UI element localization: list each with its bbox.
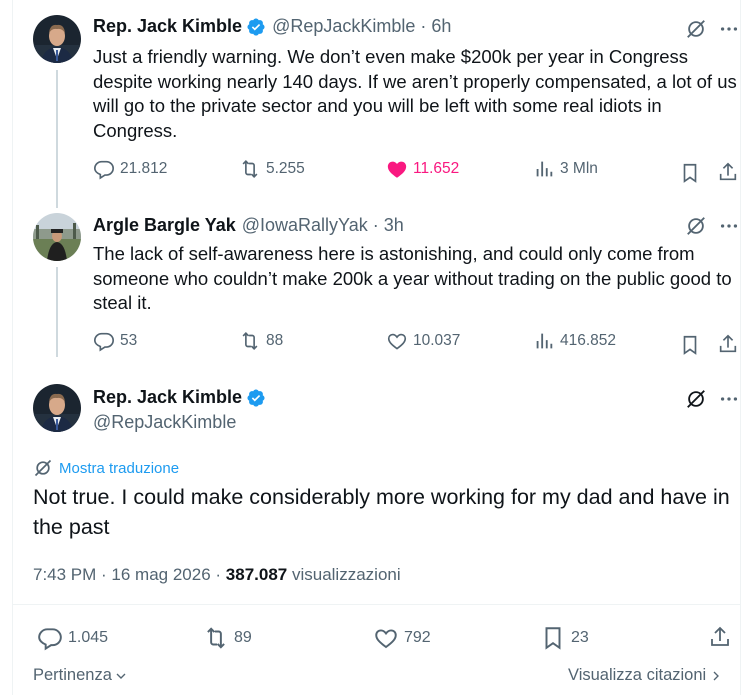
main-handle-row: @RepJackKimble (93, 412, 236, 433)
thread-line (56, 267, 58, 357)
tweet-header: Argle Bargle Yak @IowaRallyYak · 3h (93, 215, 404, 236)
heart-icon (387, 333, 407, 350)
display-name[interactable]: Rep. Jack Kimble (93, 387, 242, 408)
translate-label: Mostra traduzione (59, 459, 180, 477)
view-quotes-label: Visualizza citazioni (568, 666, 707, 684)
main-tweet-text: Not true. I could make considerably more… (33, 485, 730, 539)
views-label: visualizzazioni (291, 565, 401, 584)
more-options-icon[interactable] (717, 17, 741, 41)
like-count: 11.652 (413, 160, 460, 177)
more-options-icon[interactable] (717, 214, 741, 238)
display-name[interactable]: Rep. Jack Kimble (93, 16, 242, 37)
views-chart-icon (536, 333, 553, 349)
share-icon[interactable] (716, 332, 740, 356)
reply-button[interactable]: 21.812 (93, 158, 167, 180)
post-datetime[interactable]: 7:43 PM · 16 mag 2026 · (33, 565, 221, 584)
bookmark-count: 23 (571, 629, 589, 646)
reply-count: 21.812 (120, 160, 168, 177)
repost-icon (242, 332, 258, 350)
tweet-header: Rep. Jack Kimble @RepJackKimble · 6h (93, 16, 451, 37)
action-bar: 53 88 10.037 416.852 (93, 330, 743, 360)
repost-button[interactable]: 89 (203, 625, 252, 651)
reply-icon (94, 160, 114, 180)
handle[interactable]: @IowaRallyYak (242, 215, 368, 236)
thread-line (56, 70, 58, 208)
views-button[interactable]: 416.852 (533, 330, 616, 352)
avatar[interactable] (33, 213, 81, 261)
heart-icon (375, 629, 397, 649)
like-button[interactable]: 11.652 (386, 158, 459, 180)
main-action-bar: 1.045 89 792 23 (33, 625, 738, 653)
left-border (12, 0, 13, 695)
reply-button[interactable]: 1.045 (37, 625, 108, 651)
repost-icon (207, 627, 225, 649)
share-icon[interactable] (716, 160, 740, 184)
view-count: 416.852 (560, 332, 617, 349)
main-header: Rep. Jack Kimble (93, 387, 266, 408)
more-options-icon[interactable] (717, 387, 741, 411)
avatar[interactable] (33, 384, 81, 432)
repost-button[interactable]: 88 (239, 330, 283, 352)
like-count: 792 (404, 629, 431, 646)
bookmark-icon (545, 627, 561, 650)
chevron-right-icon (713, 671, 720, 680)
translate-link[interactable]: Mostra traduzione (33, 458, 179, 478)
tweet-text: Just a friendly warning. We don’t even m… (93, 46, 737, 141)
tweet-metadata: 7:43 PM · 16 mag 2026 · 387.087 visualiz… (33, 565, 401, 585)
verified-badge-icon (246, 17, 266, 37)
repost-icon (242, 160, 258, 178)
repost-button[interactable]: 5.255 (239, 158, 305, 180)
view-count: 3 Mln (560, 160, 598, 177)
handle[interactable]: @RepJackKimble (272, 16, 415, 37)
chevron-down-icon (116, 673, 126, 679)
grok-translate-icon (34, 459, 52, 477)
reply-icon (94, 332, 114, 352)
share-icon[interactable] (708, 625, 732, 649)
reply-icon (38, 628, 62, 651)
divider (13, 604, 741, 605)
reply-button[interactable]: 53 (93, 330, 137, 352)
timestamp[interactable]: · 6h (420, 16, 451, 37)
sort-dropdown[interactable]: Pertinenza (33, 666, 129, 685)
avatar[interactable] (33, 15, 81, 63)
views-chart-icon (536, 161, 553, 177)
heart-filled-icon (387, 161, 407, 178)
tweet-text: The lack of self-awareness here is aston… (93, 243, 732, 313)
repost-count: 88 (266, 332, 284, 349)
reply-count: 1.045 (68, 629, 109, 646)
grok-icon[interactable] (684, 17, 708, 41)
action-bar: 21.812 5.255 11.652 3 Mln (93, 158, 743, 188)
bookmark-button[interactable]: 23 (540, 625, 589, 651)
handle[interactable]: @RepJackKimble (93, 412, 236, 433)
repost-count: 5.255 (266, 160, 305, 177)
view-quotes-link[interactable]: Visualizza citazioni (568, 666, 724, 685)
like-count: 10.037 (413, 332, 461, 349)
grok-icon[interactable] (684, 387, 708, 411)
like-button[interactable]: 792 (373, 625, 431, 651)
timestamp[interactable]: · 3h (373, 215, 404, 236)
views-button[interactable]: 3 Mln (533, 158, 598, 180)
bookmark-icon[interactable] (678, 333, 702, 357)
verified-badge-icon (246, 388, 266, 408)
display-name[interactable]: Argle Bargle Yak (93, 215, 236, 236)
grok-icon[interactable] (684, 214, 708, 238)
bookmark-icon[interactable] (678, 161, 702, 185)
views-count: 387.087 (225, 565, 288, 584)
sort-label: Pertinenza (33, 666, 112, 684)
reply-count: 53 (120, 332, 138, 349)
like-button[interactable]: 10.037 (386, 330, 460, 352)
repost-count: 89 (234, 629, 252, 646)
